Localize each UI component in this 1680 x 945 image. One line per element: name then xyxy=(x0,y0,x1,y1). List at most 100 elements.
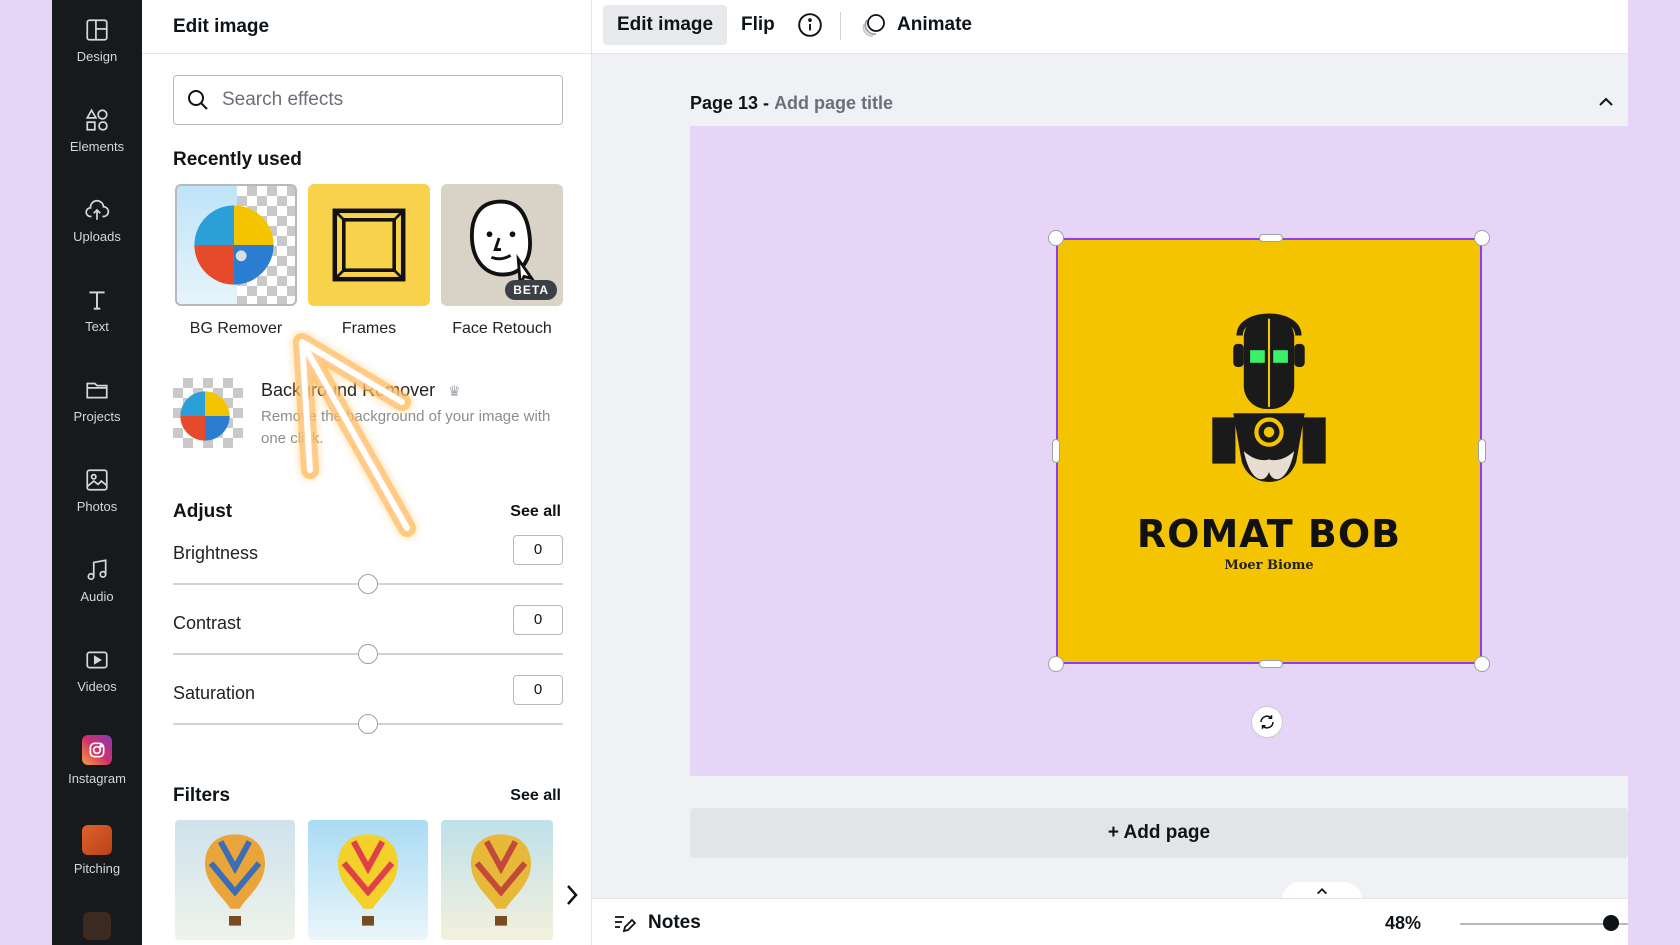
rail-item-photos[interactable]: Photos xyxy=(52,450,142,530)
info-button[interactable] xyxy=(787,5,833,45)
rail-item-design[interactable]: Design xyxy=(52,0,142,80)
rail-item-label: Text xyxy=(85,318,109,334)
top-toolbar: Edit image Flip Animate xyxy=(592,0,1628,54)
adjust-see-all-link[interactable]: See all xyxy=(510,503,561,521)
recently-used-title: Recently used xyxy=(173,149,302,170)
rail-item-label: Projects xyxy=(73,408,121,424)
add-page-button[interactable]: + Add page xyxy=(690,808,1628,858)
slider-knob[interactable] xyxy=(358,714,378,734)
animate-button[interactable]: Animate xyxy=(847,5,986,45)
search-icon xyxy=(188,90,208,110)
zoom-slider-knob[interactable] xyxy=(1603,915,1620,931)
rail-item-instagram[interactable]: Instagram xyxy=(52,720,142,800)
notes-button[interactable]: Notes xyxy=(612,911,701,935)
edit-image-panel: Edit image Recently used BG Remover xyxy=(142,0,592,945)
rail-item-audio[interactable]: Audio xyxy=(52,540,142,620)
edit-image-button[interactable]: Edit image xyxy=(603,5,728,45)
animate-icon xyxy=(862,14,885,37)
toolbar-divider xyxy=(840,12,841,40)
resize-handle-bottom[interactable] xyxy=(1259,660,1283,668)
effect-name: Frames xyxy=(341,320,397,337)
rail-item-label: Audio xyxy=(80,588,114,604)
rail-item-label: Instagram xyxy=(68,770,126,786)
feature-description: Remove the background of your image with… xyxy=(261,408,551,447)
slider-knob[interactable] xyxy=(358,574,378,594)
effect-name: BG Remover xyxy=(189,320,283,337)
selected-image[interactable]: ROMAT BOB Moer Biome xyxy=(1056,238,1482,664)
zoom-level[interactable]: 48% xyxy=(1385,913,1421,934)
rail-item-label: Pitching xyxy=(73,860,121,876)
rotate-icon xyxy=(1260,715,1274,729)
cloud-upload-icon xyxy=(85,199,110,220)
info-icon xyxy=(798,13,822,37)
rail-item-label: Elements xyxy=(69,138,125,154)
brightness-slider[interactable] xyxy=(173,574,563,594)
page-number: Page 13 - xyxy=(690,93,770,113)
search-box[interactable] xyxy=(173,75,563,125)
saturation-label: Saturation xyxy=(173,683,256,703)
chevron-right-icon[interactable] xyxy=(562,880,582,910)
resize-handle-top[interactable] xyxy=(1259,234,1283,242)
beta-badge: BETA xyxy=(505,280,557,300)
search-input[interactable] xyxy=(222,89,542,111)
hot-air-balloon-icon xyxy=(471,834,531,926)
saturation-value-input[interactable]: 0 xyxy=(513,675,563,705)
rail-item-projects[interactable]: Projects xyxy=(52,360,142,440)
effect-name: Face Retouch xyxy=(452,320,552,337)
frames-thumbnail xyxy=(308,184,430,306)
effect-frames[interactable]: Frames xyxy=(308,184,430,338)
filter-thumbnail[interactable] xyxy=(308,820,428,940)
filter-thumbnail[interactable] xyxy=(175,820,295,940)
resize-handle-top-right[interactable] xyxy=(1474,230,1490,246)
brightness-label: Brightness xyxy=(173,543,259,563)
layout-icon xyxy=(86,18,108,41)
page-title-input[interactable]: Add page title xyxy=(774,93,893,113)
contrast-slider[interactable] xyxy=(173,644,563,664)
image-icon xyxy=(86,468,108,491)
chevron-up-icon[interactable] xyxy=(1596,92,1616,112)
shapes-icon xyxy=(85,108,108,131)
contrast-label: Contrast xyxy=(173,613,242,633)
rail-item-pitching[interactable]: Pitching xyxy=(52,810,142,890)
rotate-button[interactable] xyxy=(1251,706,1283,738)
rail-item-label: Uploads xyxy=(73,228,121,244)
resize-handle-bottom-left[interactable] xyxy=(1048,656,1064,672)
beach-ball-icon xyxy=(180,391,230,441)
music-note-icon xyxy=(87,558,107,580)
instagram-icon xyxy=(82,734,112,765)
saturation-slider[interactable] xyxy=(173,714,563,734)
page-label: Page 13 - Add page title xyxy=(690,93,893,114)
resize-handle-left[interactable] xyxy=(1052,439,1060,463)
rail-item-label: Videos xyxy=(77,678,117,694)
resize-handle-bottom-right[interactable] xyxy=(1474,656,1490,672)
background-remover-feature[interactable]: Background Remover ♛ Remove the backgrou… xyxy=(173,378,573,450)
rail-item-elements[interactable]: Elements xyxy=(52,90,142,170)
crown-icon: ♛ xyxy=(448,383,461,399)
rail-item-uploads[interactable]: Uploads xyxy=(52,180,142,260)
notes-icon xyxy=(615,916,636,933)
effect-bg-remover[interactable]: BG Remover xyxy=(175,184,297,338)
feature-title: Background Remover ♛ xyxy=(261,380,461,400)
rail-item-text[interactable]: Text xyxy=(52,270,142,350)
effect-face-retouch[interactable]: BETA Face Retouch xyxy=(441,184,563,338)
rail-item-videos[interactable]: Videos xyxy=(52,630,142,710)
logo-title: ROMAT BOB xyxy=(1136,512,1402,556)
contrast-value-input[interactable]: 0 xyxy=(513,605,563,635)
face-icon xyxy=(469,199,536,288)
frame-icon xyxy=(332,208,406,282)
rail-item-label: Design xyxy=(76,48,118,64)
resize-handle-top-left[interactable] xyxy=(1048,230,1064,246)
logo-subtitle: Moer Biome xyxy=(1224,558,1314,573)
left-rail: Design Elements Uploads Text Projects Ph… xyxy=(52,0,142,945)
filters-see-all-link[interactable]: See all xyxy=(510,787,561,805)
folder-icon xyxy=(86,382,108,398)
app-window: Design Elements Uploads Text Projects Ph… xyxy=(52,0,1628,945)
brightness-value-input[interactable]: 0 xyxy=(513,535,563,565)
resize-handle-right[interactable] xyxy=(1478,439,1486,463)
rail-more-thumbnail[interactable] xyxy=(83,912,111,940)
slider-knob[interactable] xyxy=(358,644,378,664)
filter-thumbnail[interactable] xyxy=(441,820,553,940)
hot-air-balloon-icon xyxy=(205,834,265,926)
flip-button[interactable]: Flip xyxy=(727,5,789,45)
rail-item-label: Photos xyxy=(76,498,118,514)
